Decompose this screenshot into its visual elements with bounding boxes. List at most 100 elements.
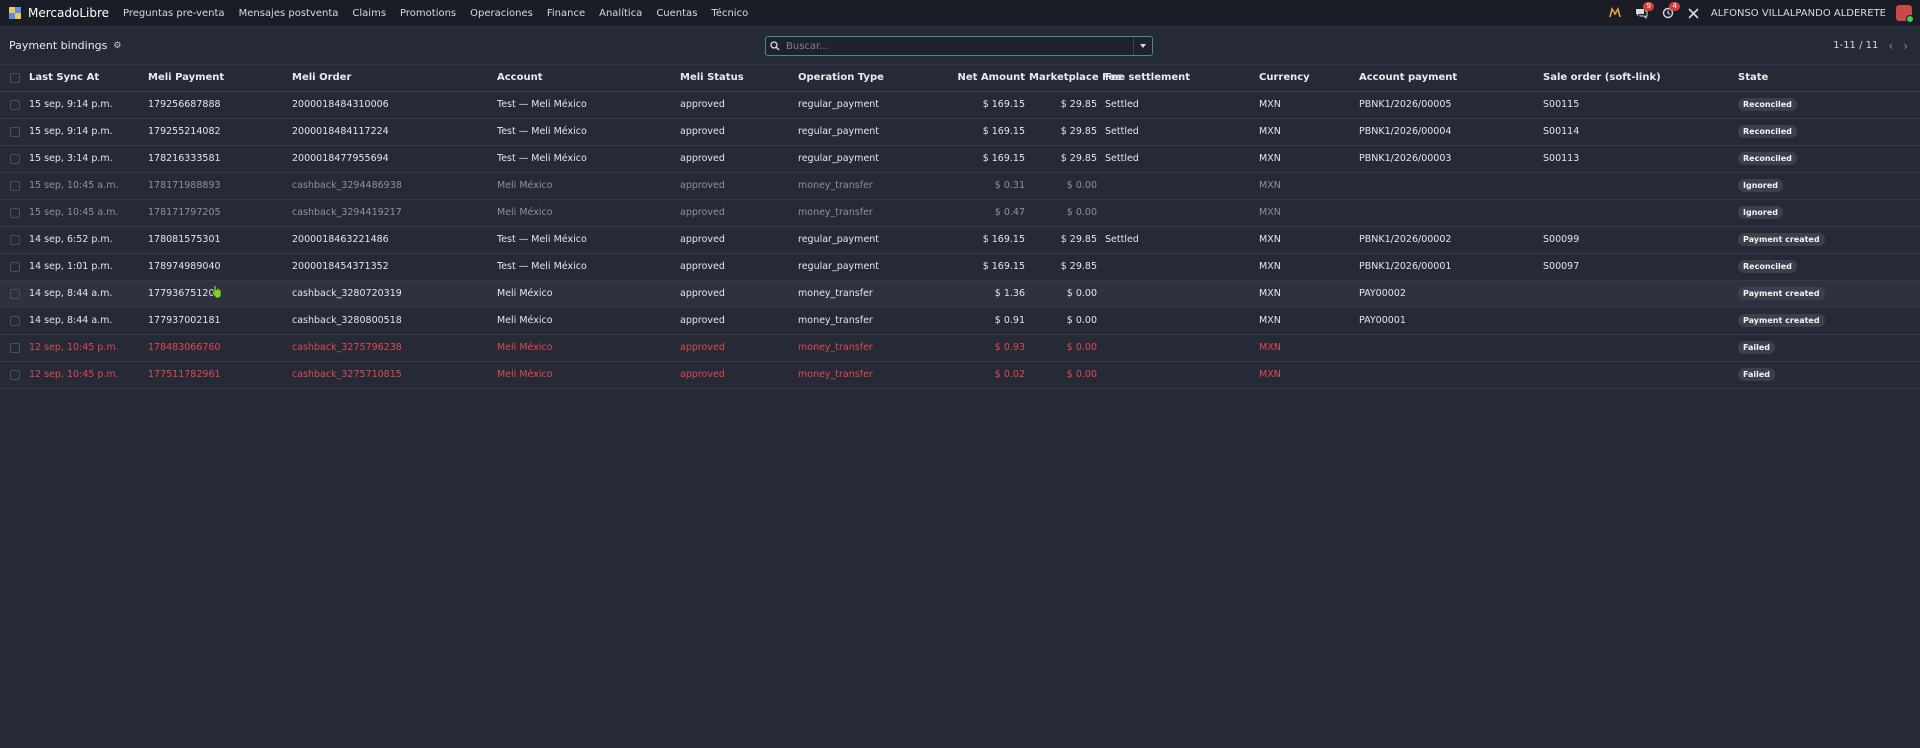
table-row[interactable]: 12 sep, 10:45 p.m. 177511782961 cashback_3… xyxy=(0,361,1920,389)
cell-net-amount: $ 169.15 xyxy=(941,118,1027,146)
messages-icon[interactable]: 9 xyxy=(1635,2,1654,19)
cell-meli-order: 2000018463221486 xyxy=(290,226,495,254)
cell-meli-payment: 178171988893 xyxy=(146,172,290,200)
pager-next-icon[interactable]: › xyxy=(1903,39,1908,53)
status-badge: Reconciled xyxy=(1738,98,1797,111)
col-last-sync-at[interactable]: Last Sync At xyxy=(27,65,146,92)
brand[interactable]: MercadoLibre xyxy=(8,6,109,20)
menu-item-cuentas[interactable]: Cuentas xyxy=(656,8,697,19)
menu-item-finance[interactable]: Finance xyxy=(547,8,585,19)
status-badge: Payment created xyxy=(1738,287,1825,300)
table-row[interactable]: 12 sep, 10:45 p.m. 178483066760 cashback_3… xyxy=(0,334,1920,362)
menu-item-operaciones[interactable]: Operaciones xyxy=(470,8,533,19)
table-row[interactable]: 14 sep, 8:44 a.m. 177937002181 cashback_32… xyxy=(0,307,1920,335)
cell-operation-type: money_transfer xyxy=(796,334,941,362)
search-bar xyxy=(765,36,1153,56)
table-row[interactable]: 15 sep, 9:14 p.m. 179256687888 20000184843… xyxy=(0,91,1920,119)
avatar[interactable] xyxy=(1896,5,1914,23)
row-checkbox[interactable] xyxy=(10,153,20,164)
gear-icon[interactable]: ⚙ xyxy=(113,41,121,51)
col-state[interactable]: State xyxy=(1736,65,1920,92)
col-meli-order[interactable]: Meli Order xyxy=(290,65,495,92)
cell-operation-type: regular_payment xyxy=(796,91,941,119)
cell-marketplace-fee: $ 0.00 xyxy=(1027,307,1099,335)
row-checkbox[interactable] xyxy=(10,234,20,245)
cell-account-payment: PBNK1/2026/00002 xyxy=(1357,226,1541,254)
cell-marketplace-fee: $ 29.85 xyxy=(1027,145,1099,173)
cell-currency: MXN xyxy=(1257,91,1357,119)
cell-meli-status: approved xyxy=(678,334,796,362)
cell-account: Test — Meli México xyxy=(495,145,678,173)
table-row[interactable]: 15 sep, 9:14 p.m. 179255214082 20000184841… xyxy=(0,118,1920,146)
row-checkbox[interactable] xyxy=(10,99,20,110)
table-header-row: Last Sync At Meli Payment Meli Order Acc… xyxy=(0,65,1920,92)
messages-badge: 9 xyxy=(1643,2,1654,11)
cell-fee-settlement xyxy=(1099,334,1257,362)
row-checkbox[interactable] xyxy=(10,315,20,326)
table-row[interactable]: 15 sep, 3:14 p.m. 178216333581 20000184779… xyxy=(0,145,1920,173)
menu-item-tecnico[interactable]: Técnico xyxy=(711,8,748,19)
pager-value[interactable]: 1-11 / 11 xyxy=(1833,40,1878,51)
cell-account: Test — Meli México xyxy=(495,253,678,281)
table-row[interactable]: 14 sep, 1:01 p.m. 178974989040 20000184543… xyxy=(0,253,1920,281)
cell-account-payment: PBNK1/2026/00001 xyxy=(1357,253,1541,281)
row-checkbox[interactable] xyxy=(10,342,20,353)
row-checkbox[interactable] xyxy=(10,207,20,218)
table-row[interactable]: 15 sep, 10:45 a.m. 178171797205 cashback_3… xyxy=(0,199,1920,227)
search-options-toggle[interactable] xyxy=(1133,37,1152,55)
pager: 1-11 / 11 ‹ › xyxy=(1833,39,1908,53)
cell-net-amount: $ 0.93 xyxy=(941,334,1027,362)
col-account-payment[interactable]: Account payment xyxy=(1357,65,1541,92)
menu-item-promotions[interactable]: Promotions xyxy=(400,8,456,19)
row-checkbox[interactable] xyxy=(10,288,20,299)
col-net-amount[interactable]: Net Amount xyxy=(941,65,1027,92)
cell-meli-order: cashback_3294419217 xyxy=(290,199,495,227)
col-meli-status[interactable]: Meli Status xyxy=(678,65,796,92)
cell-meli-payment: 177937002181 xyxy=(146,307,290,335)
cell-operation-type: money_transfer xyxy=(796,361,941,389)
cell-currency: MXN xyxy=(1257,199,1357,227)
row-select-cell xyxy=(0,280,27,308)
col-operation-type[interactable]: Operation Type xyxy=(796,65,941,92)
cell-meli-order: cashback_3280800518 xyxy=(290,307,495,335)
row-select-cell xyxy=(0,118,27,146)
cell-meli-order: 2000018484117224 xyxy=(290,118,495,146)
table-row[interactable]: 15 sep, 10:45 a.m. 178171988893 cashback_3… xyxy=(0,172,1920,200)
cell-account: Test — Meli México xyxy=(495,226,678,254)
row-checkbox[interactable] xyxy=(10,126,20,137)
cell-account: Meli México xyxy=(495,172,678,200)
pager-previous-icon[interactable]: ‹ xyxy=(1888,39,1893,53)
cell-currency: MXN xyxy=(1257,280,1357,308)
cell-state: Failed xyxy=(1736,334,1920,362)
mercadolibre-icon[interactable] xyxy=(1609,7,1621,19)
row-checkbox[interactable] xyxy=(10,261,20,272)
cell-net-amount: $ 0.47 xyxy=(941,199,1027,227)
tools-icon[interactable] xyxy=(1688,7,1699,19)
col-fee-settlement[interactable]: Fee settlement xyxy=(1099,65,1257,92)
col-marketplace-fee[interactable]: Marketplace Fee xyxy=(1027,65,1122,92)
select-all-checkbox[interactable] xyxy=(10,72,20,83)
cell-account-payment: PBNK1/2026/00004 xyxy=(1357,118,1541,146)
cell-meli-payment: 177511782961 xyxy=(146,361,290,389)
table-row[interactable]: 14 sep, 8:44 a.m. 177936751207 cashback_32… xyxy=(0,280,1920,308)
cell-meli-status: approved xyxy=(678,280,796,308)
menu-item-claims[interactable]: Claims xyxy=(352,8,386,19)
activities-icon[interactable]: 4 xyxy=(1662,2,1680,19)
col-meli-payment[interactable]: Meli Payment xyxy=(146,65,290,92)
select-all-cell xyxy=(0,65,27,92)
menu-item-mensajes[interactable]: Mensajes postventa xyxy=(239,8,339,19)
cell-operation-type: regular_payment xyxy=(796,145,941,173)
col-sale-order[interactable]: Sale order (soft-link) xyxy=(1541,65,1736,92)
cell-meli-status: approved xyxy=(678,361,796,389)
col-account[interactable]: Account xyxy=(495,65,678,92)
table-row[interactable]: 14 sep, 6:52 p.m. 178081575301 20000184632… xyxy=(0,226,1920,254)
search-input[interactable] xyxy=(784,39,1133,53)
row-checkbox[interactable] xyxy=(10,180,20,191)
status-badge: Failed xyxy=(1738,341,1776,354)
user-name[interactable]: ALFONSO VILLALPANDO ALDERETE xyxy=(1711,8,1886,19)
menu-item-analitica[interactable]: Analítica xyxy=(599,8,642,19)
row-checkbox[interactable] xyxy=(10,369,20,380)
col-currency[interactable]: Currency xyxy=(1257,65,1357,92)
cell-currency: MXN xyxy=(1257,118,1357,146)
menu-item-preguntas[interactable]: Preguntas pre-venta xyxy=(123,8,225,19)
